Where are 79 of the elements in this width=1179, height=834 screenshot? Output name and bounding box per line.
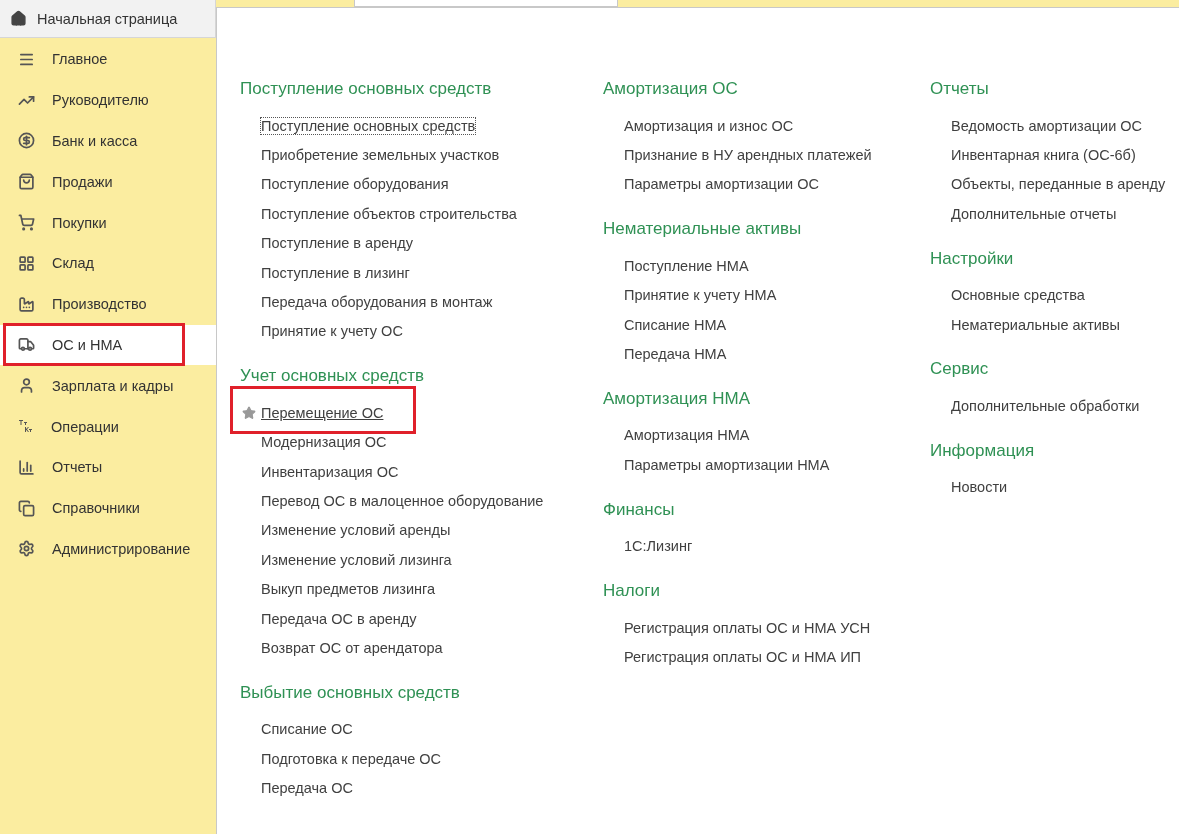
sidebar-item[interactable]: Банк и касса [0,120,216,162]
nav-link[interactable]: Регистрация оплаты ОС и НМА УСН [624,619,871,636]
nav-link[interactable]: Списание НМА [624,316,727,333]
nav-link[interactable]: Перевод ОС в малоценное оборудование [261,493,544,509]
nav-link[interactable]: Новости [951,479,1008,496]
sidebar-item[interactable]: Операции [0,406,216,447]
grid-icon [18,254,35,272]
sidebar-item[interactable]: Руководителю [0,79,216,121]
nav-link[interactable]: Инвентаризация ОС [261,463,399,480]
nav-link[interactable]: Модернизация ОС [261,434,387,451]
nav-link[interactable]: Списание ОС [261,721,353,738]
home-icon [10,10,27,27]
nav-link[interactable]: Передача оборудования в монтаж [261,294,493,311]
nav-link[interactable]: Параметры амортизации ОС [624,176,819,193]
section-title: Финансы [603,498,675,521]
sidebar-item[interactable]: Справочники [0,487,216,529]
nav-link[interactable]: Регистрация оплаты ОС и НМА ИП [624,649,861,665]
nav-link[interactable]: Передача ОС в аренду [261,610,417,627]
section-title: Информация [930,439,1035,462]
books-icon [18,499,35,517]
sidebar-item[interactable]: Отчеты [0,446,216,488]
section-title: Нематериальные активы [603,218,802,241]
nav-link[interactable]: Выкуп предметов лизинга [261,581,436,598]
sidebar-item[interactable]: Главное [0,39,216,80]
sidebar-item[interactable]: Покупки [0,202,216,243]
factory-icon [18,295,35,313]
section-title: Амортизация НМА [603,387,751,410]
nav-link[interactable]: Приобретение земельных участков [261,147,500,164]
bars-icon [18,458,35,476]
nav-link[interactable]: Поступление НМА [624,257,749,274]
nav-link[interactable]: Нематериальные активы [951,316,1120,333]
nav-link[interactable]: Подготовка к передаче ОС [261,750,442,767]
section-title: Учет основных средств [240,365,424,388]
section-title: Поступление основных средств [240,78,492,100]
cart-icon [18,214,35,232]
nav-link[interactable]: Дополнительные отчеты [951,205,1117,222]
nav-link[interactable]: Ведомость амортизации ОС [951,117,1143,134]
nav-link[interactable]: Изменение условий лизинга [261,551,452,568]
sidebar-item[interactable]: Администрирование [0,528,216,570]
section-title: Амортизация ОС [603,78,738,100]
section-title: Налоги [603,579,660,602]
nav-link[interactable]: Передача ОС [261,780,353,797]
nav-link[interactable]: Дополнительные обработки [951,398,1140,415]
nav-link[interactable]: Принятие к учету ОС [261,323,403,340]
truck-icon [18,336,35,354]
nav-link[interactable]: Перемещение ОС [261,404,384,421]
nav-link[interactable]: Инвентарная книга (ОС-6б) [951,147,1136,164]
nav-link[interactable]: Поступление в аренду [261,235,413,252]
section-title: Выбытие основных средств [240,681,460,704]
nav-link[interactable]: Основные средства [951,287,1085,304]
nav-link[interactable]: Поступление в лизинг [261,264,410,281]
bag-icon [18,173,35,191]
home-tab[interactable]: Начальная страница [0,0,216,38]
coin-icon [18,132,35,150]
nav-link[interactable]: Параметры амортизации НМА [624,456,830,473]
section-title: Сервис [930,358,989,381]
empty-tab[interactable] [354,0,618,7]
nav-link[interactable]: Изменение условий аренды [261,522,451,539]
star-icon[interactable] [242,405,256,420]
nav-link[interactable]: Признание в НУ арендных платежей [624,147,872,164]
sidebar-item[interactable]: Производство [0,283,216,325]
nav-link[interactable]: Поступление объектов строительства [261,205,517,222]
sidebar-item[interactable]: ОС и НМА [0,324,216,366]
section-title: Настройки [930,247,1014,270]
nav-link[interactable]: Поступление оборудования [261,176,449,193]
nav-link[interactable]: Передача НМА [624,346,727,363]
nav-link[interactable]: 1С:Лизинг [624,538,693,555]
person-icon [18,377,35,395]
sidebar-item[interactable]: Зарплата и кадры [0,365,216,407]
nav-link[interactable]: Амортизация и износ ОС [624,117,794,134]
nav-link[interactable]: Поступление основных средств [261,117,476,134]
sidebar-item[interactable]: Продажи [0,161,216,203]
section-title: Отчеты [930,78,989,100]
sidebar-item[interactable]: Склад [0,243,216,284]
nav-link[interactable]: Объекты, переданные в аренду [951,176,1166,193]
nav-link[interactable]: Принятие к учету НМА [624,287,777,304]
nav-link[interactable]: Амортизация НМА [624,427,750,444]
gear-icon [18,540,35,558]
nav-link[interactable]: Возврат ОС от арендатора [261,639,443,656]
